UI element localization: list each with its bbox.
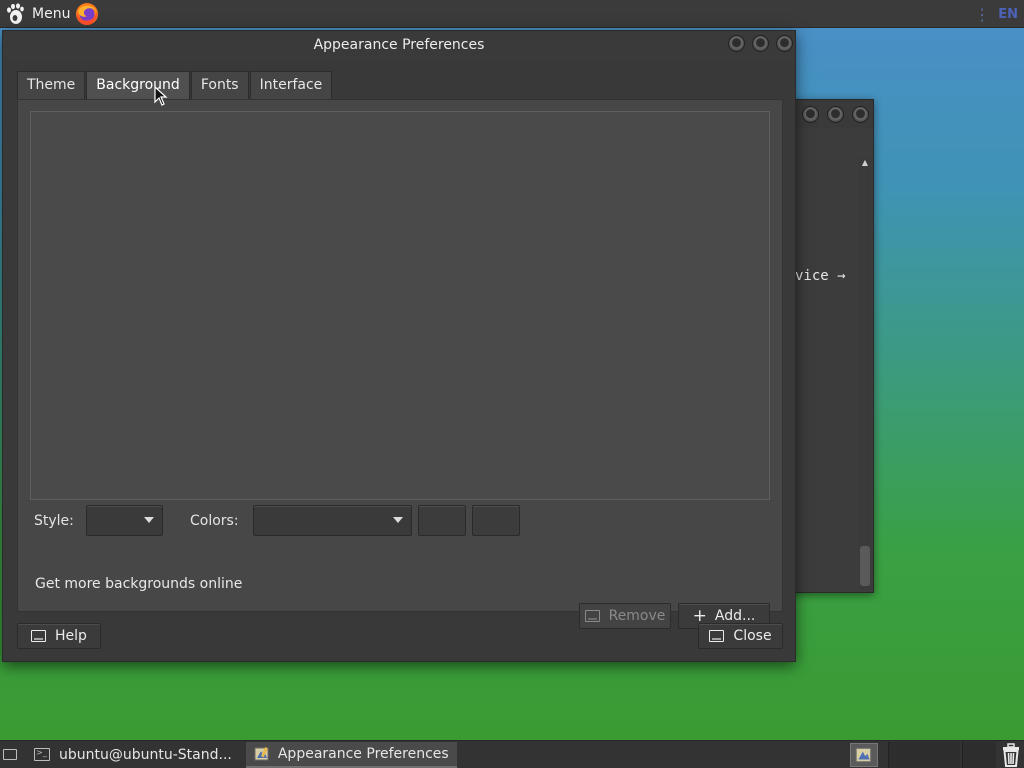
gnome-foot-icon [7,2,24,24]
main-menu-button[interactable]: Menu [0,0,103,28]
add-button-label: Add... [714,608,756,624]
primary-color-button[interactable] [418,505,466,536]
style-dropdown[interactable] [86,505,163,536]
remove-button-label: Remove [608,608,666,624]
background-window-text: vice → [795,268,846,284]
tab-fonts[interactable]: Fonts [190,71,249,99]
colors-label: Colors: [190,513,239,529]
close-icon[interactable] [852,105,869,123]
maximize-icon[interactable] [827,105,844,123]
window-titlebar[interactable]: Appearance Preferences [3,31,795,61]
wallpaper-list[interactable] [30,111,770,500]
appearance-tray-icon [855,747,872,763]
background-tab-panel: Style: Colors: Get more backgrounds onli… [17,99,783,629]
secondary-color-button[interactable] [472,505,520,536]
workspace-2[interactable] [962,742,996,768]
help-button[interactable]: Help [17,623,101,649]
get-more-backgrounds-link[interactable]: Get more backgrounds online [35,576,242,592]
window-controls [721,35,793,52]
tray-appearance-icon[interactable] [850,743,878,767]
taskbar-item-appearance-label: Appearance Preferences [277,745,449,762]
keyboard-layout-indicator[interactable]: EN [998,7,1018,22]
terminal-icon: >_ [34,748,50,761]
chevron-down-icon [144,517,154,523]
taskbar-item-appearance[interactable]: Appearance Preferences [245,741,457,768]
close-window-icon [709,630,725,642]
plus-icon: + [692,605,707,626]
tab-theme[interactable]: Theme [17,71,86,99]
close-icon[interactable] [776,35,793,52]
maximize-icon[interactable] [752,35,769,52]
scroll-up-arrow-icon[interactable]: ▲ [859,158,871,168]
menu-label: Menu [32,5,71,22]
show-desktop-icon [3,749,17,760]
scrollbar-track[interactable] [859,168,871,586]
bottom-taskbar: >_ ubuntu@ubuntu-Stand... Appearance Pre… [0,740,1024,768]
top-right-tray: ⋮ EN [974,0,1018,28]
minimize-icon[interactable] [802,105,819,123]
tab-background[interactable]: Background [86,71,190,99]
close-button-label: Close [733,628,772,644]
window-title: Appearance Preferences [313,37,485,53]
help-button-label: Help [55,628,87,644]
mouse-pointer-icon [154,86,168,106]
taskbar-item-terminal-label: ubuntu@ubuntu-Stand... [59,746,232,763]
show-desktop-button[interactable] [0,741,20,768]
tab-bar: Theme Background Fonts Interface [17,71,333,99]
style-label: Style: [34,513,74,529]
trash-icon[interactable] [1000,743,1022,767]
tab-interface[interactable]: Interface [249,71,333,99]
firefox-icon[interactable] [75,2,99,26]
chevron-down-icon [393,517,403,523]
appearance-preferences-icon [254,746,269,760]
workspace-1[interactable] [888,742,960,768]
close-button[interactable]: Close [698,623,783,649]
colors-dropdown[interactable] [253,505,412,536]
taskbar-item-terminal[interactable]: >_ ubuntu@ubuntu-Stand... [26,742,240,768]
vertical-scrollbar[interactable]: ▲ ▼ [859,158,871,590]
remove-button[interactable]: Remove [579,603,671,629]
scrollbar-thumb[interactable] [860,546,870,586]
minimize-icon[interactable] [728,35,745,52]
help-icon [31,630,47,642]
appearance-preferences-window: Appearance Preferences Theme Background … [2,30,796,662]
remove-icon [584,610,600,622]
separator-dots-icon: ⋮ [974,4,991,24]
top-panel: Menu ⋮ EN [0,0,1024,28]
